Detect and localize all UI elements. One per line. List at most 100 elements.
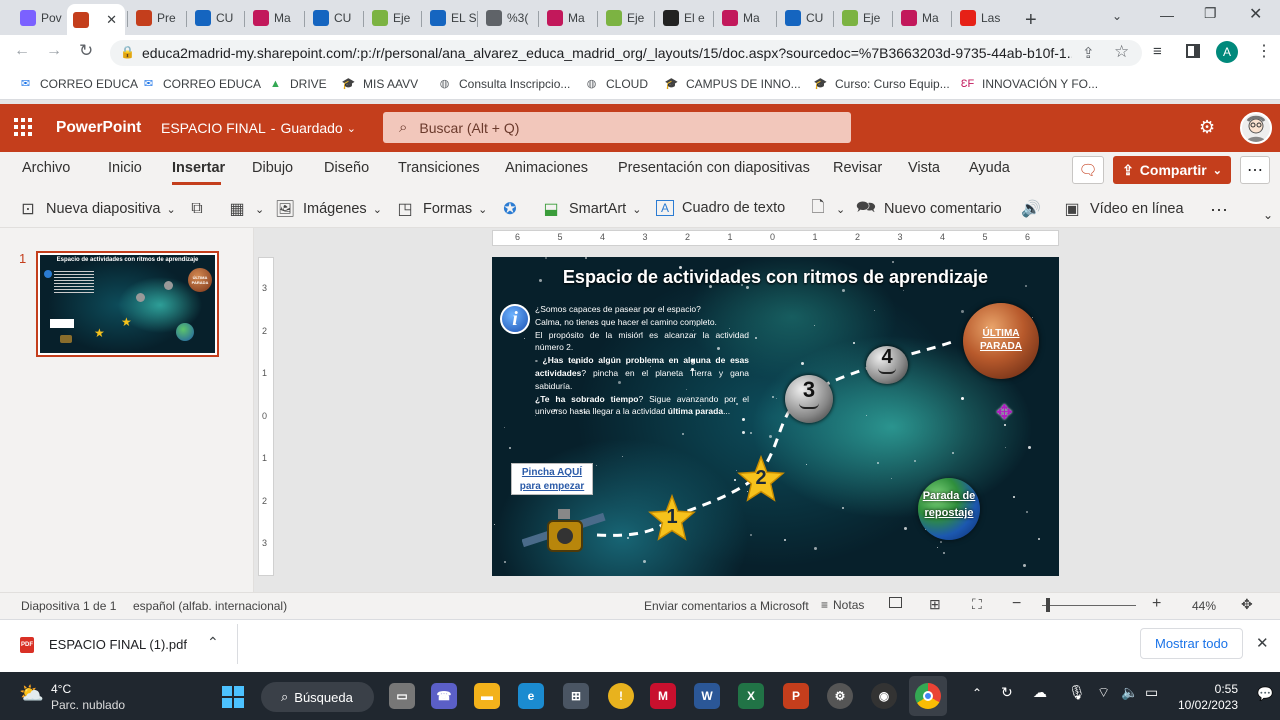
fit-to-window-icon[interactable]: ✥ bbox=[1241, 596, 1253, 613]
browser-tab[interactable]: Eje bbox=[366, 6, 418, 30]
toolbar-overflow-icon[interactable]: ⋯ bbox=[1210, 200, 1228, 221]
icons-button[interactable]: ✪ bbox=[500, 200, 528, 218]
wifi-icon[interactable]: ⌔ bbox=[1097, 684, 1110, 702]
user-avatar[interactable] bbox=[1240, 112, 1272, 144]
browser-tab[interactable]: %3( bbox=[480, 6, 536, 30]
bookmark-item[interactable]: ✉ CORREO EDUCA bbox=[141, 76, 261, 91]
search-box[interactable]: ⌕ Buscar (Alt + Q) bbox=[383, 112, 851, 143]
close-window-icon[interactable]: ✕ bbox=[1249, 4, 1262, 24]
header-footer-button[interactable]: 🗋 ⌄ bbox=[808, 199, 846, 218]
notifier-icon[interactable]: ! bbox=[608, 683, 634, 709]
slide-sorter-icon[interactable]: ⊞ bbox=[929, 596, 941, 613]
audio-button[interactable]: 🔊 bbox=[1021, 200, 1049, 218]
ribbon-tab[interactable]: Presentación con diapositivas bbox=[618, 160, 810, 176]
mcafee-icon[interactable]: M bbox=[650, 683, 676, 709]
online-video-button[interactable]: ▣ Vídeo en línea bbox=[1062, 200, 1183, 218]
tray-chevron-icon[interactable]: ⌃ bbox=[972, 686, 982, 700]
star-2[interactable]: 2 bbox=[737, 454, 785, 503]
close-tab-icon[interactable]: ✕ bbox=[106, 12, 117, 28]
shapes-button[interactable]: ◳ Formas ⌄ bbox=[395, 200, 487, 218]
new-slide-button[interactable]: ⊡ Nueva diapositiva ⌄ bbox=[18, 200, 175, 218]
powerpoint-taskbar-icon[interactable]: P bbox=[783, 683, 809, 709]
show-all-button[interactable]: Mostrar todo bbox=[1140, 628, 1243, 659]
browser-tab[interactable]: Las bbox=[954, 6, 1014, 30]
url-text[interactable]: educa2madrid-my.sharepoint.com/:p:/r/per… bbox=[142, 45, 1072, 61]
ribbon-tab[interactable]: Diseño bbox=[324, 160, 369, 176]
back-icon[interactable]: ← bbox=[14, 42, 30, 60]
browser-tab[interactable]: Eje bbox=[600, 6, 652, 30]
zoom-level[interactable]: 44% bbox=[1192, 599, 1216, 613]
forward-icon[interactable]: → bbox=[46, 42, 62, 60]
profile-avatar[interactable]: A bbox=[1216, 41, 1238, 63]
onedrive-icon[interactable]: ☁ bbox=[1033, 684, 1047, 701]
browser-tab[interactable]: Eje bbox=[836, 6, 890, 30]
ribbon-tab[interactable]: Transiciones bbox=[398, 160, 480, 176]
browser-tab[interactable]: Pre bbox=[130, 6, 186, 30]
zoom-slider-thumb[interactable] bbox=[1046, 598, 1051, 612]
clock-date[interactable]: 10/02/2023 bbox=[1170, 698, 1238, 712]
file-explorer-icon[interactable]: ▬ bbox=[474, 683, 500, 709]
spacecraft-icon[interactable] bbox=[522, 507, 612, 567]
taskbar-search[interactable]: ⌕ Búsqueda bbox=[261, 682, 374, 712]
zoom-out-icon[interactable]: − bbox=[1012, 595, 1021, 613]
new-tab-icon[interactable]: + bbox=[1025, 9, 1037, 32]
app-name[interactable]: PowerPoint bbox=[56, 119, 141, 137]
bookmark-item[interactable]: ✉ CORREO EDUCA bbox=[18, 76, 138, 91]
collapse-ribbon-icon[interactable]: ⌄ bbox=[1263, 208, 1273, 222]
share-page-icon[interactable]: ⇪ bbox=[1082, 44, 1095, 62]
document-title[interactable]: ESPACIO FINAL - Guardado ⌄ bbox=[161, 120, 356, 136]
windows-start-icon[interactable] bbox=[222, 686, 244, 708]
browser-tab[interactable]: CU bbox=[189, 6, 241, 30]
tab-search-icon[interactable]: ⌄ bbox=[1112, 9, 1122, 23]
earth-planet[interactable]: Parada de repostaje bbox=[918, 478, 980, 540]
bookmark-item[interactable]: 🎓 MIS AAVV bbox=[341, 76, 419, 91]
download-filename[interactable]: ESPACIO FINAL (1).pdf bbox=[49, 637, 187, 652]
more-options-icon[interactable]: ⋯ bbox=[1240, 156, 1270, 184]
share-button[interactable]: ⇪ Compartir ⌄ bbox=[1113, 156, 1231, 184]
language-status[interactable]: español (alfab. internacional) bbox=[133, 599, 287, 613]
zoom-in-icon[interactable]: + bbox=[1152, 595, 1161, 613]
minimize-icon[interactable]: — bbox=[1160, 7, 1174, 23]
browser-tab[interactable]: Ma bbox=[541, 6, 594, 30]
chrome-menu-icon[interactable]: ⋮ bbox=[1256, 41, 1272, 61]
side-panel-icon[interactable] bbox=[1186, 44, 1200, 58]
teams-chat-icon[interactable]: ☎ bbox=[431, 683, 457, 709]
ribbon-tab[interactable]: Revisar bbox=[833, 160, 882, 176]
ribbon-tab[interactable]: Animaciones bbox=[505, 160, 588, 176]
browser-tab[interactable]: Ma bbox=[895, 6, 949, 30]
bookmark-item[interactable]: 🎓 CAMPUS DE INNO... bbox=[664, 76, 801, 91]
weather-icon[interactable]: ⛅ bbox=[19, 681, 44, 706]
volume-icon[interactable]: 🔈 bbox=[1121, 684, 1138, 701]
design-ideas-button[interactable]: ⧉ bbox=[187, 200, 215, 218]
store-icon[interactable]: ⊞ bbox=[563, 683, 589, 709]
new-comment-button[interactable]: 🗪 Nuevo comentario bbox=[856, 199, 1002, 218]
ribbon-tab[interactable]: Archivo bbox=[22, 160, 70, 176]
browser-tab[interactable]: EL S bbox=[424, 6, 476, 30]
ribbon-tab[interactable]: Ayuda bbox=[969, 160, 1010, 176]
textbox-button[interactable]: A Cuadro de texto bbox=[656, 200, 785, 216]
obs-icon[interactable]: ◉ bbox=[871, 683, 897, 709]
notes-button[interactable]: ≡ Notas bbox=[821, 598, 864, 612]
excel-icon[interactable]: X bbox=[738, 683, 764, 709]
lock-icon[interactable]: 🔒 bbox=[120, 45, 135, 59]
word-icon[interactable]: W bbox=[694, 683, 720, 709]
images-button[interactable]: 🖼 Imágenes ⌄ bbox=[275, 200, 382, 218]
clock-time[interactable]: 0:55 bbox=[1180, 682, 1238, 696]
asteroid-3[interactable]: 3 bbox=[785, 375, 833, 423]
chrome-taskbar-icon[interactable] bbox=[915, 683, 941, 709]
ribbon-tab[interactable]: Insertar bbox=[172, 160, 225, 176]
weather-desc[interactable]: Parc. nublado bbox=[51, 698, 125, 712]
ribbon-tab[interactable]: Dibujo bbox=[252, 160, 293, 176]
browser-tab[interactable]: Ma bbox=[716, 6, 773, 30]
settings-taskbar-icon[interactable]: ⚙ bbox=[827, 683, 853, 709]
edge-icon[interactable]: e bbox=[518, 683, 544, 709]
settings-gear-icon[interactable]: ⚙ bbox=[1199, 117, 1215, 138]
restore-icon[interactable]: ❐ bbox=[1204, 5, 1217, 22]
table-button[interactable]: ▦ ⌄ bbox=[227, 200, 264, 218]
browser-tab[interactable]: Pov bbox=[14, 6, 64, 30]
normal-view-icon[interactable] bbox=[889, 597, 902, 608]
reading-view-icon[interactable]: ⛶ bbox=[972, 596, 982, 613]
browser-tab[interactable]: El e bbox=[657, 6, 712, 30]
star-1[interactable]: 1 bbox=[648, 493, 696, 542]
bookmark-star-icon[interactable]: ☆ bbox=[1114, 42, 1129, 62]
